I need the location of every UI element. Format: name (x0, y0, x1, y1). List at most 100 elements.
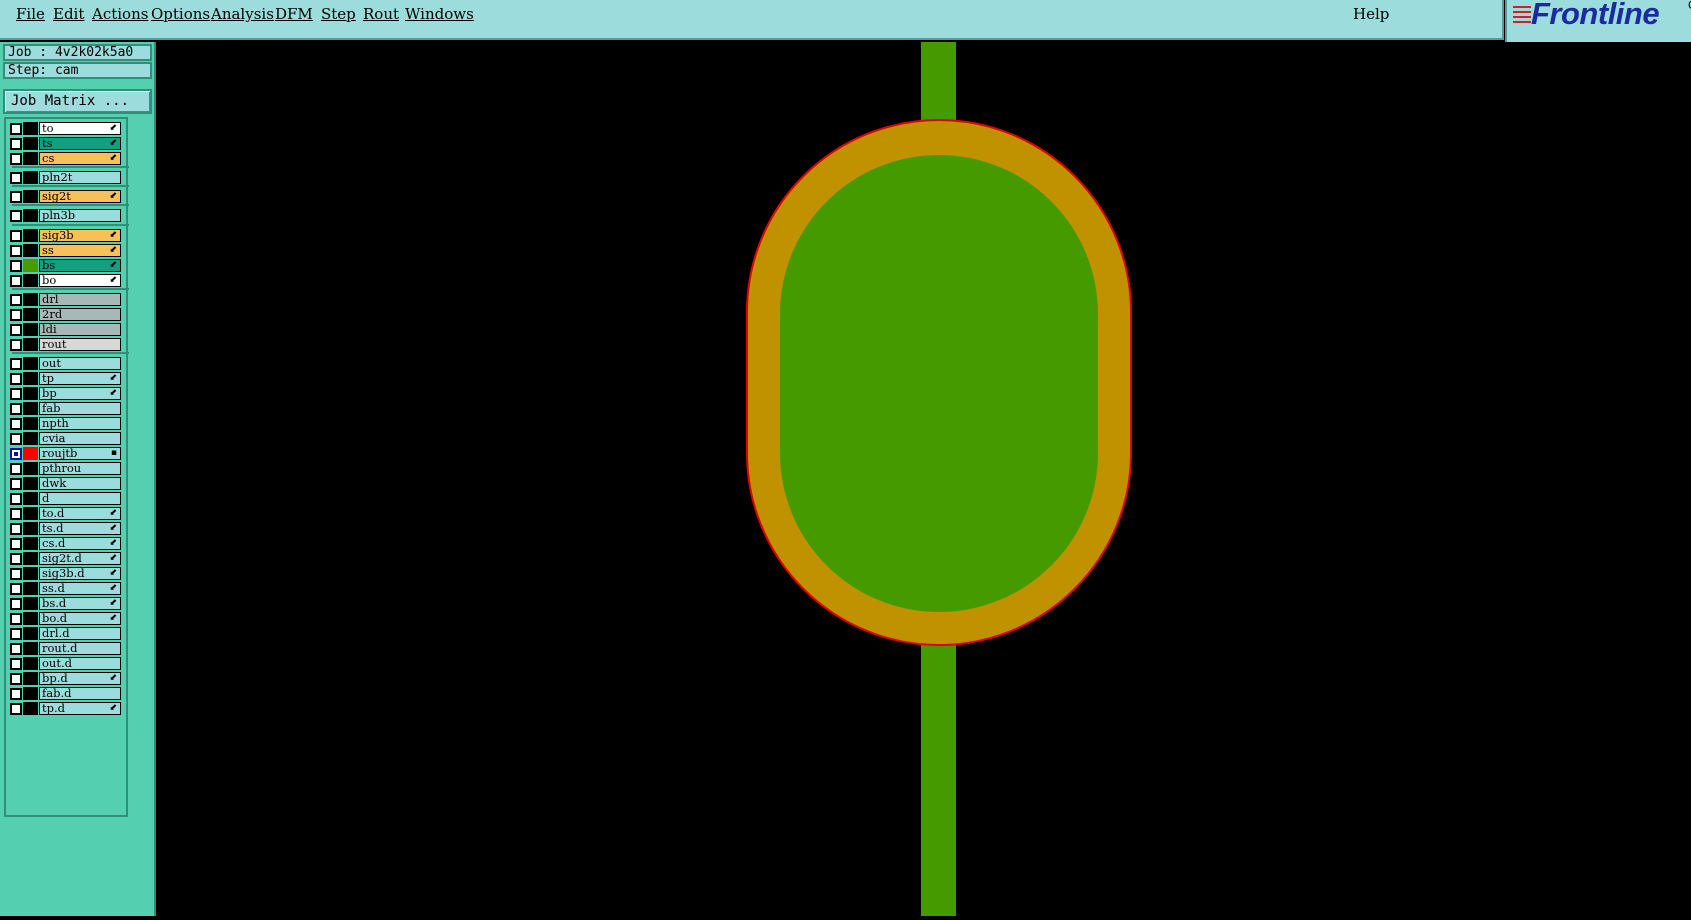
layer-display-swatch[interactable] (23, 672, 38, 685)
layer-checkbox[interactable] (10, 538, 22, 550)
menu-file[interactable]: File (16, 5, 45, 23)
menu-edit[interactable]: Edit (53, 5, 84, 23)
layer-checkbox[interactable] (10, 598, 22, 610)
layer-name[interactable]: ts.d ⬋ (39, 522, 121, 535)
layer-display-swatch[interactable] (23, 209, 38, 222)
layer-name[interactable]: bp ⬋ (39, 387, 121, 400)
job-matrix-button[interactable]: Job Matrix ... (3, 89, 152, 114)
layer-row-sig3b.d[interactable]: sig3b.d ⬋ (6, 567, 124, 580)
layer-display-swatch[interactable] (23, 492, 38, 505)
layer-name[interactable]: rout.d (39, 642, 121, 655)
layer-row-fab.d[interactable]: fab.d (6, 687, 124, 700)
layer-checkbox[interactable] (10, 478, 22, 490)
layer-display-swatch[interactable] (23, 597, 38, 610)
layer-display-swatch[interactable] (23, 612, 38, 625)
layer-display-swatch[interactable] (23, 190, 38, 203)
layer-display-swatch[interactable] (23, 171, 38, 184)
layer-name[interactable]: bp.d ⬋ (39, 672, 121, 685)
layer-name[interactable]: sig2t ⬋ (39, 190, 121, 203)
layer-row-dwk[interactable]: dwk (6, 477, 124, 490)
layer-name[interactable]: to ⬋ (39, 122, 121, 135)
layer-display-swatch[interactable] (23, 229, 38, 242)
layer-name[interactable]: pthrou (39, 462, 121, 475)
layer-row-ts.d[interactable]: ts.d ⬋ (6, 522, 124, 535)
layer-name[interactable]: to.d ⬋ (39, 507, 121, 520)
layer-name[interactable]: bo ⬋ (39, 274, 121, 287)
layer-row-to.d[interactable]: to.d ⬋ (6, 507, 124, 520)
layer-name[interactable]: cvia (39, 432, 121, 445)
layer-name[interactable]: ts ⬋ (39, 137, 121, 150)
layer-display-swatch[interactable] (23, 308, 38, 321)
layer-display-swatch[interactable] (23, 387, 38, 400)
layer-checkbox[interactable] (10, 418, 22, 430)
layer-row-bs[interactable]: bs ⬋ (6, 259, 124, 272)
layer-row-cs[interactable]: cs ⬋ (6, 152, 124, 165)
layer-row-bo.d[interactable]: bo.d ⬋ (6, 612, 124, 625)
layer-checkbox[interactable] (10, 583, 22, 595)
layer-checkbox[interactable] (10, 523, 22, 535)
layer-name[interactable]: tp.d ⬋ (39, 702, 121, 715)
layer-row-bp[interactable]: bp ⬋ (6, 387, 124, 400)
layer-checkbox[interactable] (10, 245, 22, 257)
menu-dfm[interactable]: DFM (275, 5, 313, 23)
layer-checkbox[interactable] (10, 613, 22, 625)
layer-row-npth[interactable]: npth (6, 417, 124, 430)
layer-name[interactable]: drl.d (39, 627, 121, 640)
layer-display-swatch[interactable] (23, 522, 38, 535)
layer-display-swatch[interactable] (23, 274, 38, 287)
layer-checkbox[interactable] (10, 260, 22, 272)
layer-checkbox[interactable] (10, 358, 22, 370)
layer-name[interactable]: drl (39, 293, 121, 306)
layer-row-tp[interactable]: tp ⬋ (6, 372, 124, 385)
layer-display-swatch[interactable] (23, 259, 38, 272)
layer-display-swatch[interactable] (23, 432, 38, 445)
layer-display-swatch[interactable] (23, 338, 38, 351)
layer-row-rout.d[interactable]: rout.d (6, 642, 124, 655)
layer-name[interactable]: out.d (39, 657, 121, 670)
layer-display-swatch[interactable] (23, 507, 38, 520)
layer-name[interactable]: sig3b.d ⬋ (39, 567, 121, 580)
layer-row-d[interactable]: d (6, 492, 124, 505)
layer-display-swatch[interactable] (23, 137, 38, 150)
layer-display-swatch[interactable] (23, 122, 38, 135)
layer-name[interactable]: rout (39, 338, 121, 351)
layer-row-bp.d[interactable]: bp.d ⬋ (6, 672, 124, 685)
menu-options[interactable]: Options (151, 5, 210, 23)
layer-checkbox[interactable] (10, 403, 22, 415)
layer-checkbox[interactable] (10, 568, 22, 580)
layer-row-pln2t[interactable]: pln2t (6, 171, 124, 184)
graphics-canvas[interactable] (156, 42, 1691, 916)
layer-checkbox[interactable] (10, 688, 22, 700)
layer-display-swatch[interactable] (23, 152, 38, 165)
layer-name[interactable]: sig3b ⬋ (39, 229, 121, 242)
layer-checkbox[interactable] (10, 388, 22, 400)
layer-row-roujtb[interactable]: roujtb ▪ (6, 447, 124, 460)
layer-checkbox[interactable] (10, 339, 22, 351)
layer-display-swatch[interactable] (23, 372, 38, 385)
layer-name[interactable]: ss.d ⬋ (39, 582, 121, 595)
layer-display-swatch[interactable] (23, 244, 38, 257)
layer-checkbox[interactable] (10, 673, 22, 685)
layer-name[interactable]: npth (39, 417, 121, 430)
layer-display-swatch[interactable] (23, 552, 38, 565)
layer-row-ss.d[interactable]: ss.d ⬋ (6, 582, 124, 595)
layer-display-swatch[interactable] (23, 462, 38, 475)
layer-display-swatch[interactable] (23, 477, 38, 490)
layer-display-swatch[interactable] (23, 582, 38, 595)
layer-name[interactable]: dwk (39, 477, 121, 490)
layer-display-swatch[interactable] (23, 627, 38, 640)
layer-row-ts[interactable]: ts ⬋ (6, 137, 124, 150)
layer-display-swatch[interactable] (23, 293, 38, 306)
layer-row-drl[interactable]: drl (6, 293, 124, 306)
layer-row-pln3b[interactable]: pln3b (6, 209, 124, 222)
layer-display-swatch[interactable] (23, 323, 38, 336)
layer-display-swatch[interactable] (23, 687, 38, 700)
layer-row-cs.d[interactable]: cs.d ⬋ (6, 537, 124, 550)
layer-name[interactable]: bs.d ⬋ (39, 597, 121, 610)
layer-checkbox[interactable] (10, 275, 22, 287)
layer-name[interactable]: fab.d (39, 687, 121, 700)
layer-checkbox[interactable] (10, 463, 22, 475)
layer-display-swatch[interactable] (23, 447, 38, 460)
menu-step[interactable]: Step (321, 5, 356, 23)
layer-name[interactable]: bo.d ⬋ (39, 612, 121, 625)
